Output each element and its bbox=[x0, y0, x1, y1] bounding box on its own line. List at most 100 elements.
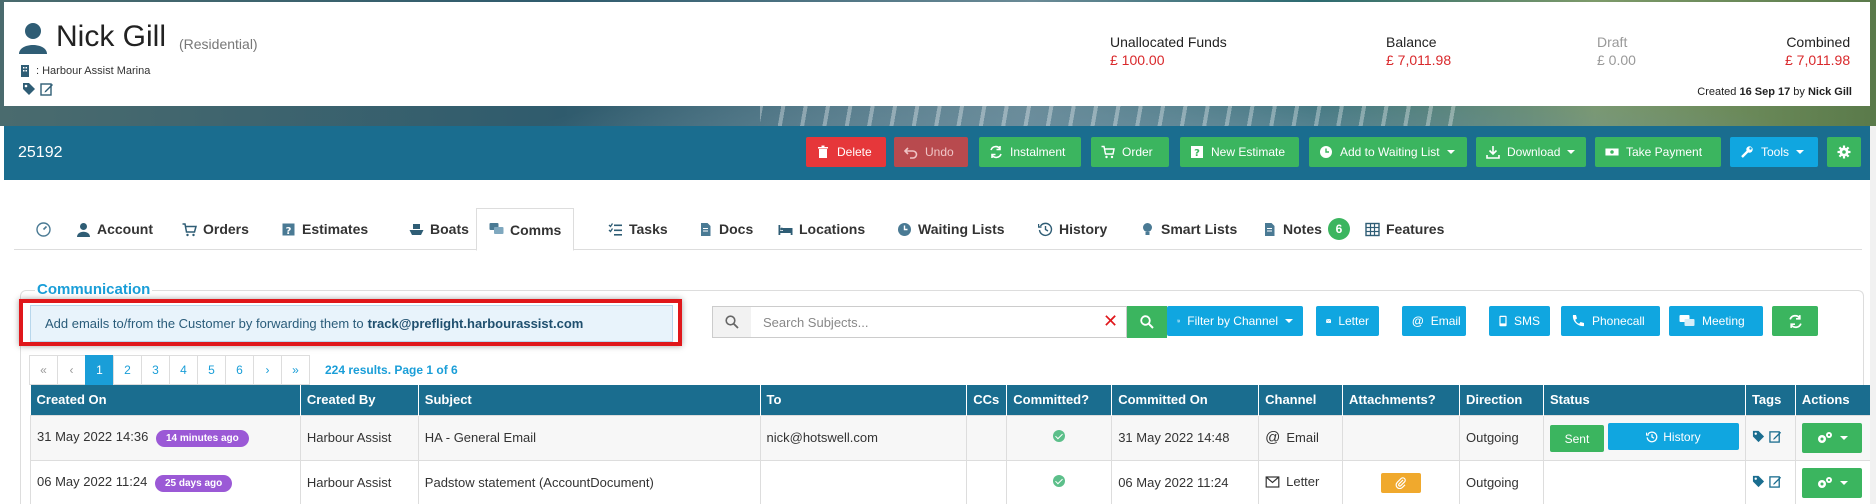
tab-orders[interactable]: Orders bbox=[170, 208, 261, 250]
tab-label: Features bbox=[1386, 221, 1445, 237]
order-button[interactable]: Order bbox=[1091, 137, 1169, 167]
column-header[interactable]: Actions bbox=[1795, 385, 1876, 415]
prev-page-button[interactable]: ‹ bbox=[57, 355, 86, 385]
row-actions-button[interactable] bbox=[1801, 467, 1862, 498]
column-header[interactable]: Status bbox=[1543, 385, 1746, 415]
tab-dashboard[interactable] bbox=[24, 208, 63, 250]
tab-label: Smart Lists bbox=[1161, 221, 1238, 237]
page-button[interactable]: 3 bbox=[141, 355, 170, 385]
tab-label: Account bbox=[97, 221, 153, 237]
search-button[interactable] bbox=[1127, 306, 1167, 338]
sms-filter-button[interactable]: SMS bbox=[1489, 306, 1550, 336]
column-header[interactable]: Tags bbox=[1745, 385, 1796, 415]
cell-committed-on: 31 May 2022 14:48 bbox=[1111, 414, 1260, 461]
history-button[interactable]: History bbox=[1607, 423, 1739, 450]
tab-features[interactable]: Features bbox=[1353, 208, 1456, 250]
tag-icon[interactable] bbox=[22, 82, 36, 96]
user-icon bbox=[19, 23, 47, 54]
fund-combined: Combined £ 7,011.98 bbox=[1785, 34, 1850, 68]
take-payment-button[interactable]: Take Payment bbox=[1595, 137, 1721, 167]
tag-icon[interactable] bbox=[1752, 475, 1765, 488]
at-icon: @ bbox=[1412, 314, 1424, 328]
cell-to bbox=[759, 459, 968, 504]
attachment-button[interactable] bbox=[1381, 472, 1422, 493]
filter-by-channel-button[interactable]: Filter by Channel bbox=[1167, 306, 1303, 336]
first-page-button[interactable]: « bbox=[29, 355, 58, 385]
last-page-button[interactable]: » bbox=[281, 355, 310, 385]
column-header[interactable]: Committed On bbox=[1111, 385, 1260, 415]
sent-status-button[interactable]: Sent bbox=[1549, 425, 1604, 452]
column-header[interactable]: Created On bbox=[30, 385, 301, 415]
tab-docs[interactable]: Docs bbox=[686, 208, 765, 250]
envelope-icon bbox=[1326, 318, 1332, 323]
column-header[interactable]: Subject bbox=[418, 385, 761, 415]
column-header[interactable]: Created By bbox=[300, 385, 419, 415]
tab-label: Boats bbox=[430, 221, 469, 237]
page-button[interactable]: 6 bbox=[225, 355, 254, 385]
clock-icon bbox=[1320, 146, 1332, 158]
new-estimate-button[interactable]: ? New Estimate bbox=[1180, 137, 1299, 167]
tag-icon[interactable] bbox=[1752, 430, 1765, 443]
edit-icon[interactable] bbox=[1768, 430, 1782, 443]
cell-status: Sent History bbox=[1542, 414, 1746, 461]
tab-label: Docs bbox=[719, 221, 754, 237]
tab-notes[interactable]: Notes 6 bbox=[1250, 208, 1362, 250]
fund-value: £ 7,011.98 bbox=[1785, 52, 1851, 68]
tab-waiting-lists[interactable]: Waiting Lists bbox=[885, 208, 1017, 250]
email-label: Email bbox=[1430, 314, 1461, 328]
column-header[interactable]: To bbox=[760, 385, 968, 415]
delete-button[interactable]: Delete bbox=[806, 137, 886, 167]
letter-filter-button[interactable]: Letter bbox=[1316, 306, 1379, 336]
boat-icon bbox=[409, 223, 424, 235]
tab-locations[interactable]: Locations bbox=[766, 208, 877, 250]
tools-button[interactable]: Tools bbox=[1730, 137, 1818, 167]
chevron-down-icon bbox=[1285, 319, 1293, 323]
column-header[interactable]: Direction bbox=[1459, 385, 1544, 415]
download-button[interactable]: Download bbox=[1476, 137, 1586, 167]
phonecall-filter-button[interactable]: Phonecall bbox=[1561, 306, 1660, 336]
tab-history[interactable]: History bbox=[1026, 208, 1119, 250]
tab-smart-lists[interactable]: Smart Lists bbox=[1128, 208, 1249, 250]
undo-button[interactable]: Undo bbox=[894, 137, 968, 167]
instalment-button[interactable]: Instalment bbox=[979, 137, 1081, 167]
search-icon bbox=[725, 315, 739, 329]
edit-icon[interactable] bbox=[40, 82, 54, 96]
settings-button[interactable] bbox=[1827, 137, 1861, 167]
add-to-waiting-list-button[interactable]: Add to Waiting List bbox=[1309, 137, 1467, 167]
cell-status bbox=[1542, 459, 1746, 504]
column-header[interactable]: CCs bbox=[966, 385, 1008, 415]
pagination: « ‹ 1 2 3 4 5 6 › » bbox=[29, 355, 310, 385]
edit-icon[interactable] bbox=[1768, 475, 1782, 488]
table-row[interactable]: 31 May 2022 14:36 14 minutes ago Harbour… bbox=[30, 414, 1876, 461]
tab-label: Tasks bbox=[629, 221, 668, 237]
document-icon bbox=[1265, 222, 1275, 236]
tab-label: Locations bbox=[799, 221, 866, 237]
email-filter-button[interactable]: @ Email bbox=[1402, 306, 1466, 336]
column-header[interactable]: Channel bbox=[1258, 385, 1344, 415]
search-subjects-input[interactable] bbox=[751, 306, 1127, 338]
page-button[interactable]: 4 bbox=[169, 355, 198, 385]
row-actions-button[interactable] bbox=[1801, 422, 1862, 453]
next-page-button[interactable]: › bbox=[253, 355, 282, 385]
meeting-filter-button[interactable]: Meeting bbox=[1669, 306, 1763, 336]
column-header[interactable]: Committed? bbox=[1006, 385, 1113, 415]
tab-comms[interactable]: Comms bbox=[476, 208, 575, 251]
account-number: 25192 bbox=[18, 144, 63, 161]
svg-text:?: ? bbox=[286, 226, 292, 237]
tab-account[interactable]: Account bbox=[64, 208, 165, 250]
page-button[interactable]: 2 bbox=[113, 355, 142, 385]
clear-search-icon[interactable]: ✕ bbox=[1103, 312, 1118, 330]
phone-icon bbox=[1572, 315, 1584, 327]
gear-icon bbox=[1837, 145, 1851, 159]
tab-tasks[interactable]: Tasks bbox=[596, 208, 680, 250]
page-scrollbar[interactable] bbox=[1870, 126, 1876, 504]
cell-direction: Outgoing bbox=[1458, 414, 1544, 461]
tab-estimates[interactable]: ? Estimates bbox=[269, 208, 380, 250]
cell-created-on: 31 May 2022 14:36 14 minutes ago bbox=[30, 414, 301, 461]
table-row[interactable]: 06 May 2022 11:24 25 days ago Harbour As… bbox=[30, 459, 1876, 504]
refresh-button[interactable] bbox=[1772, 306, 1818, 336]
page-button[interactable]: 5 bbox=[197, 355, 226, 385]
page-button[interactable]: 1 bbox=[85, 355, 114, 385]
tab-boats[interactable]: Boats bbox=[397, 208, 481, 250]
column-header[interactable]: Attachments? bbox=[1342, 385, 1460, 415]
